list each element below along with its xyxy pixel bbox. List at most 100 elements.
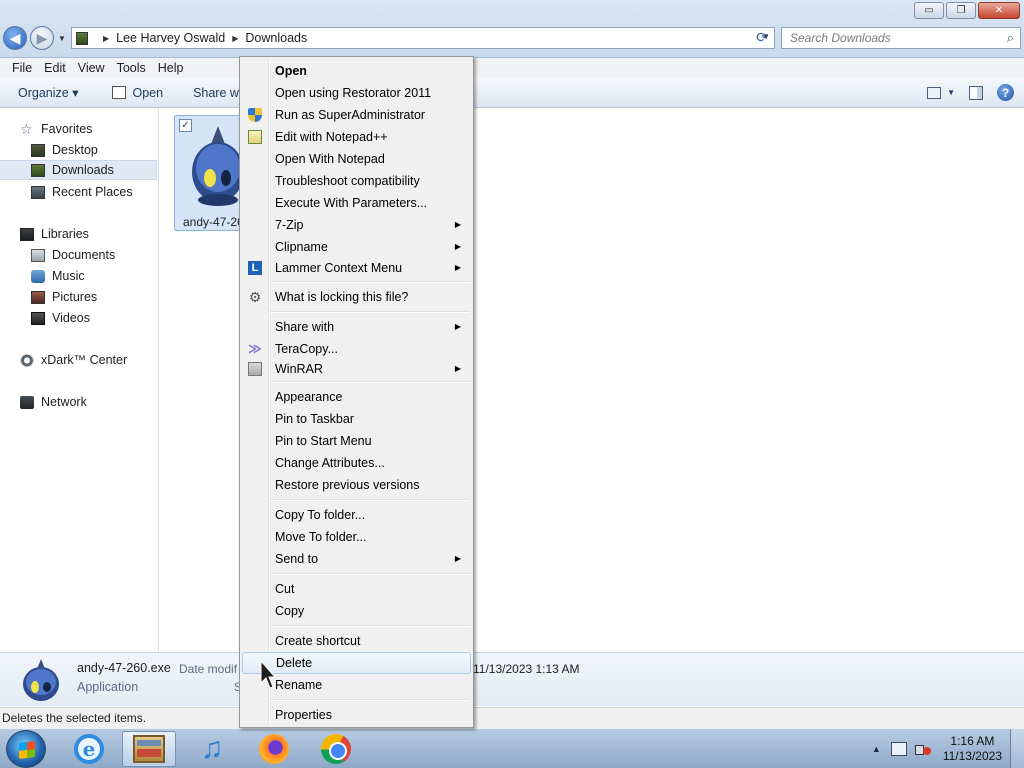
ctx-delete[interactable]: Delete <box>242 652 471 674</box>
ctx-pin-taskbar[interactable]: Pin to Taskbar <box>242 408 471 430</box>
open-button[interactable]: Open <box>102 86 173 100</box>
xdark-center-icon <box>20 353 34 367</box>
submenu-arrow-icon: ▶ <box>454 263 461 272</box>
taskbar-firefox[interactable] <box>247 731 301 767</box>
nav-favorites-label: Favorites <box>41 122 93 136</box>
refresh-button[interactable]: ⟳ <box>752 29 772 47</box>
ctx-winrar[interactable]: WinRAR ▶ <box>242 358 471 380</box>
volume-muted-icon[interactable] <box>914 742 931 756</box>
show-hidden-icons-button[interactable]: ▲ <box>872 744 881 754</box>
ctx-edit-notepadpp[interactable]: Edit with Notepad++ <box>242 126 471 148</box>
ctx-teracopy[interactable]: ≫ TeraCopy... <box>242 338 471 360</box>
start-button[interactable] <box>6 730 46 768</box>
recent-places-icon <box>31 185 45 199</box>
ctx-copy-to-folder[interactable]: Copy To folder... <box>242 504 471 526</box>
recent-pages-dropdown[interactable]: ▼ <box>58 34 66 43</box>
lock-search-icon: ⚙ <box>248 289 262 305</box>
menu-tools[interactable]: Tools <box>111 61 152 75</box>
clock[interactable]: 1:16 AM 11/13/2023 <box>943 734 1002 764</box>
window-controls: ▭ ❐ ✕ <box>914 2 1020 19</box>
nav-downloads[interactable]: Downloads <box>0 160 157 180</box>
ctx-open-restorator[interactable]: Open using Restorator 2011 <box>242 82 471 104</box>
ctx-lammer[interactable]: L Lammer Context Menu ▶ <box>242 257 471 279</box>
taskbar-windows-explorer[interactable] <box>122 731 176 767</box>
ctx-execute-params[interactable]: Execute With Parameters... <box>242 192 471 214</box>
ctx-run-superadmin[interactable]: Run as SuperAdministrator <box>242 104 471 126</box>
view-controls: ▼ ? <box>927 84 1014 101</box>
ctx-copy[interactable]: Copy <box>242 600 471 622</box>
ctx-clipname[interactable]: Clipname ▶ <box>242 236 471 258</box>
ctx-move-to-folder[interactable]: Move To folder... <box>242 526 471 548</box>
menu-help[interactable]: Help <box>152 61 190 75</box>
ctx-share-with[interactable]: Share with ▶ <box>242 316 471 338</box>
view-dropdown-icon[interactable]: ▼ <box>947 88 955 97</box>
change-view-icon[interactable] <box>927 86 942 99</box>
breadcrumb-separator[interactable]: ▶ <box>103 34 109 43</box>
search-icon[interactable]: ⌕ <box>1007 30 1014 46</box>
nav-videos[interactable]: Videos <box>0 308 157 328</box>
nav-desktop[interactable]: Desktop <box>0 140 157 160</box>
forward-button[interactable]: ▶ <box>30 26 54 50</box>
breadcrumb-separator[interactable]: ▶ <box>232 34 238 43</box>
action-center-icon[interactable] <box>890 742 907 756</box>
taskbar-itunes[interactable]: ♫ <box>185 731 239 767</box>
nav-network[interactable]: Network <box>0 392 157 412</box>
internet-explorer-icon: e <box>74 734 104 764</box>
ctx-pin-start-menu[interactable]: Pin to Start Menu <box>242 430 471 452</box>
ctx-create-shortcut[interactable]: Create shortcut <box>242 630 471 652</box>
preview-pane-icon[interactable] <box>969 85 983 100</box>
ctx-properties[interactable]: Properties <box>242 704 471 726</box>
organize-button[interactable]: Organize ▾ <box>0 85 88 100</box>
nav-documents[interactable]: Documents <box>0 245 157 265</box>
file-name[interactable]: andy-47-26 <box>183 215 244 229</box>
submenu-arrow-icon: ▶ <box>454 364 461 373</box>
ctx-restore-versions[interactable]: Restore previous versions <box>242 474 471 496</box>
open-icon <box>112 86 127 99</box>
ctx-cut[interactable]: Cut <box>242 578 471 600</box>
submenu-arrow-icon: ▶ <box>454 554 461 563</box>
ctx-7zip[interactable]: 7-Zip ▶ <box>242 214 471 236</box>
maximize-button[interactable]: ❐ <box>946 2 976 19</box>
nav-music[interactable]: Music <box>0 266 157 286</box>
help-icon[interactable]: ? <box>997 84 1014 101</box>
show-desktop-button[interactable] <box>1010 729 1024 768</box>
menu-file[interactable]: File <box>6 61 38 75</box>
nav-libraries[interactable]: Libraries <box>0 224 157 244</box>
address-bar[interactable]: ▶ Lee Harvey Oswald ▶ Downloads ▼ <box>71 27 775 49</box>
ctx-troubleshoot[interactable]: Troubleshoot compatibility <box>242 170 471 192</box>
breadcrumb-user[interactable]: Lee Harvey Oswald <box>116 31 225 45</box>
close-button[interactable]: ✕ <box>978 2 1020 19</box>
windows-logo-icon <box>19 741 35 759</box>
search-input[interactable]: Search Downloads ⌕ <box>781 27 1021 49</box>
menu-edit[interactable]: Edit <box>38 61 72 75</box>
menu-view[interactable]: View <box>72 61 111 75</box>
minimize-button[interactable]: ▭ <box>914 2 944 19</box>
submenu-arrow-icon: ▶ <box>454 322 461 331</box>
menu-separator <box>270 281 470 283</box>
taskbar-chrome[interactable] <box>309 731 363 767</box>
breadcrumb-downloads[interactable]: Downloads <box>245 31 307 45</box>
videos-icon <box>31 311 45 325</box>
nav-favorites[interactable]: ☆ Favorites <box>0 119 157 139</box>
nav-pictures[interactable]: Pictures <box>0 287 157 307</box>
ctx-change-attributes[interactable]: Change Attributes... <box>242 452 471 474</box>
ctx-appearance[interactable]: Appearance <box>242 386 471 408</box>
chrome-icon <box>321 734 351 764</box>
taskbar-internet-explorer[interactable]: e <box>62 731 116 767</box>
nav-recent-places-label: Recent Places <box>52 185 133 199</box>
nav-xdark-center[interactable]: xDark™ Center <box>0 350 157 370</box>
documents-icon <box>31 248 45 262</box>
ctx-rename[interactable]: Rename <box>242 674 471 696</box>
libraries-icon <box>20 227 34 241</box>
ctx-send-to[interactable]: Send to ▶ <box>242 548 471 570</box>
nav-recent-places[interactable]: Recent Places <box>0 182 157 202</box>
menu-separator <box>270 499 470 501</box>
organize-label: Organize ▾ <box>18 86 79 100</box>
details-file-type: Application <box>77 680 139 694</box>
ctx-open-notepad[interactable]: Open With Notepad <box>242 148 471 170</box>
back-button[interactable]: ◀ <box>3 26 27 50</box>
ctx-open[interactable]: Open <box>242 60 471 82</box>
menu-bar: File Edit View Tools Help <box>0 58 1024 78</box>
itunes-icon: ♫ <box>200 732 224 765</box>
ctx-what-is-locking[interactable]: ⚙ What is locking this file? <box>242 286 471 308</box>
